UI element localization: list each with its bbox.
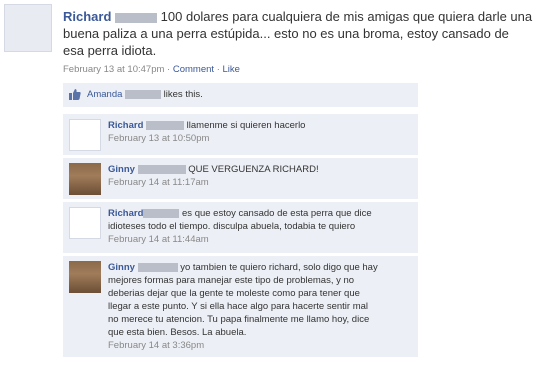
commenter-name-link[interactable]: Ginny [108,164,135,175]
comment-text: es que estoy cansado de esta perra que d… [182,208,372,219]
likes-suffix: likes this. [163,89,203,100]
separator: · [216,64,220,75]
comment-text: yo tambien te quiero richard, solo digo … [180,262,378,273]
comment-timestamp[interactable]: February 14 at 11:17am [108,176,412,189]
likes-bar: Amanda likes this. [63,83,418,107]
redacted-surname [146,120,185,130]
post-meta: February 13 at 10:47pm · Comment · Like [63,64,240,75]
post-text: Richard 100 dolares para cualquiera de m… [63,8,543,59]
like-link[interactable]: Like [223,64,240,75]
comment-text: QUE VERGUENZA RICHARD! [188,164,319,175]
redacted-surname [115,12,158,23]
commenter-avatar[interactable] [69,163,101,195]
comment-timestamp[interactable]: February 14 at 3:36pm [108,339,412,352]
post-text-line-1: 100 dolares para cualquiera de mis amiga… [160,9,533,24]
comment-link[interactable]: Comment [173,64,214,75]
comment-text: mejores formas para manejar este tipo de… [108,275,355,286]
liker-name-link[interactable]: Amanda [87,89,122,100]
comment-item: Ginny yo tambien te quiero richard, solo… [63,255,418,357]
commenter-avatar[interactable] [69,119,101,151]
comment-text: que esta bien. Besos. La abuela. [108,327,247,338]
commenter-name-link[interactable]: Ginny [108,262,135,273]
comment-item: Richard es que estoy cansado de esta per… [63,201,418,253]
comment-text: llegar a este punto. Y si ella hace algo… [108,301,369,312]
comment-text: llamenme si quieren hacerlo [186,120,306,131]
post-timestamp[interactable]: February 13 at 10:47pm [63,64,164,75]
post-text-line-3: esa perra idiota. [63,43,157,58]
facebook-post: Richard 100 dolares para cualquiera de m… [0,0,555,365]
comments-section: Amanda likes this. Richard llamenme si q… [63,83,418,357]
commenter-name-link[interactable]: Richard [108,208,143,219]
thumbs-up-icon [69,89,81,100]
author-avatar[interactable] [4,4,52,52]
comment-timestamp[interactable]: February 14 at 11:44am [108,233,412,246]
comment-item: Ginny QUE VERGUENZA RICHARD! February 14… [63,157,418,199]
redacted-surname [137,262,178,272]
comment-timestamp[interactable]: February 13 at 10:50pm [108,132,412,145]
author-name-link[interactable]: Richard [63,9,111,24]
comment-text: deberias dejar que la gente te moleste c… [108,288,360,299]
comment-text: no merece tu atencion. Tu papa finalment… [108,314,370,325]
redacted-surname [137,164,186,174]
comment-text: idioteses todo el tiempo. disculpa abuel… [108,221,356,232]
post-text-line-2: buena paliza a una perra estúpida... est… [63,26,509,41]
comment-item: Richard llamenme si quieren hacerlo Febr… [63,113,418,155]
commenter-avatar[interactable] [69,261,101,293]
separator: · [167,64,171,75]
redacted-surname [143,208,180,218]
redacted-surname [125,89,162,99]
commenter-name-link[interactable]: Richard [108,120,143,131]
commenter-avatar[interactable] [69,207,101,239]
